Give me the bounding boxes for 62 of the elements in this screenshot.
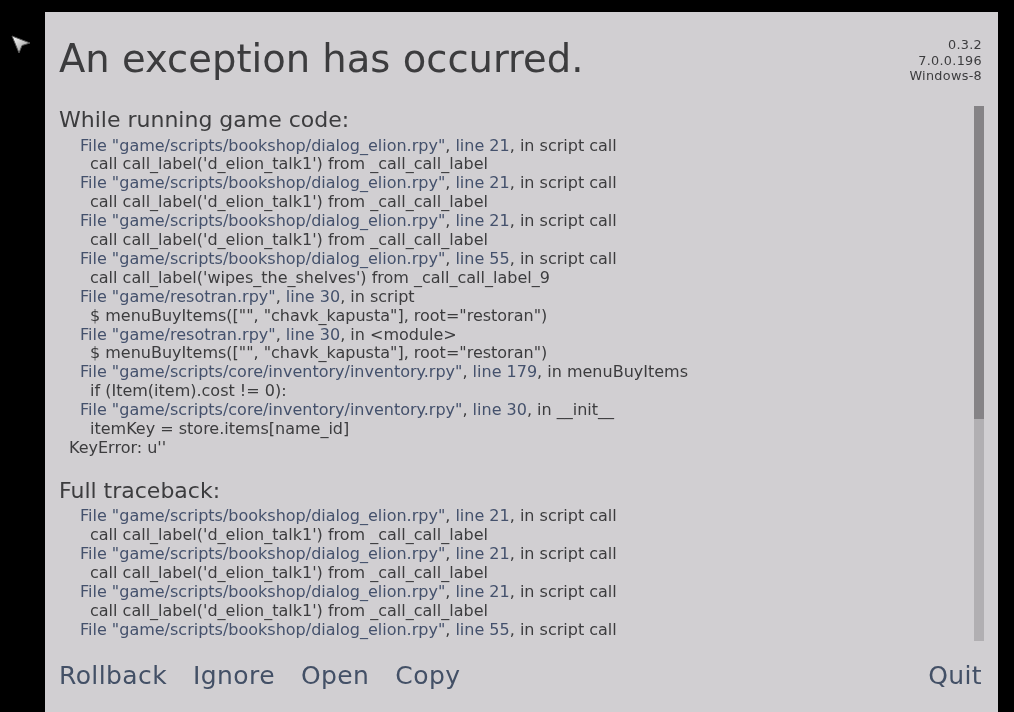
file-link[interactable]: File "game/scripts/bookshop/dialog_elion.rpy" <box>80 619 446 639</box>
error-title: An exception has occurred. <box>59 36 584 82</box>
cursor-icon <box>11 35 31 54</box>
file-link[interactable]: File "game/scripts/core/inventory/inventory.rpy" <box>80 362 463 382</box>
code-line: call call_label('d_elion_talk1') from _call_call_label <box>89 564 488 584</box>
traceback-line: File "game/scripts/core/inventory/inventory.rpy", line 179, in menuBuyItems <box>79 363 688 383</box>
file-link[interactable]: File "game/scripts/bookshop/dialog_elion.rpy" <box>80 544 446 564</box>
code-line: call call_label('d_elion_talk1') from _call_call_label <box>89 193 488 213</box>
code-line: $ menuBuyItems(["", "chavk_kapusta"], root="restoran") <box>89 306 548 326</box>
quit-button[interactable]: Quit <box>928 661 982 691</box>
line-link[interactable]: line 179 <box>472 362 538 382</box>
action-button[interactable]: Open <box>300 661 370 691</box>
version-text: Windows-8 <box>909 68 982 84</box>
file-link[interactable]: File "game/scripts/bookshop/dialog_elion.rpy" <box>80 506 446 526</box>
scrollbar-thumb[interactable] <box>974 106 984 419</box>
file-link[interactable]: File "game/scripts/bookshop/dialog_elion.rpy" <box>80 135 446 155</box>
scrollbar[interactable] <box>974 106 984 641</box>
traceback-line: File "game/scripts/bookshop/dialog_elion.rpy", line 55, in script call <box>79 620 617 640</box>
code-line: call call_label('d_elion_talk1') from _call_call_label <box>89 601 488 621</box>
file-link[interactable]: File "game/resotran.rpy" <box>80 286 276 306</box>
file-link[interactable]: File "game/scripts/bookshop/dialog_elion.rpy" <box>80 248 446 268</box>
file-link[interactable]: File "game/scripts/bookshop/dialog_elion.rpy" <box>80 211 446 231</box>
action-button[interactable]: Copy <box>395 661 461 691</box>
section-heading: While running game code: <box>59 107 351 133</box>
version-text: 0.3.2 <box>947 37 982 53</box>
code-line: call call_label('d_elion_talk1') from _call_call_label <box>89 155 488 175</box>
line-link[interactable]: line 21 <box>455 135 510 155</box>
traceback-line: File "game/resotran.rpy", line 30, in <module> <box>79 325 457 345</box>
action-button[interactable]: Rollback <box>59 661 168 691</box>
file-link[interactable]: File "game/resotran.rpy" <box>80 324 276 344</box>
code-line: $ menuBuyItems(["", "chavk_kapusta"], root="restoran") <box>89 344 548 364</box>
line-link[interactable]: line 21 <box>455 173 510 193</box>
code-line: itemKey = store.items[name_id] <box>89 420 350 439</box>
traceback-line: File "game/resotran.rpy", line 30, in script <box>79 287 415 307</box>
line-link[interactable]: line 21 <box>455 544 510 564</box>
file-link[interactable]: File "game/scripts/core/inventory/inventory.rpy" <box>80 400 463 420</box>
traceback-line: File "game/scripts/bookshop/dialog_elion.rpy", line 21, in script call <box>79 212 617 232</box>
section-heading: Full traceback: <box>59 477 222 504</box>
line-link[interactable]: line 21 <box>455 582 510 602</box>
code-line: if (Item(item).cost != 0): <box>89 382 287 402</box>
code-line: call call_label('d_elion_talk1') from _call_call_label <box>89 231 488 250</box>
line-link[interactable]: line 30 <box>285 324 341 344</box>
file-link[interactable]: File "game/scripts/bookshop/dialog_elion.rpy" <box>80 582 446 602</box>
line-link[interactable]: line 21 <box>455 506 510 526</box>
traceback-line: File "game/scripts/core/inventory/inventory.rpy", line 30, in __init__ <box>79 401 615 421</box>
traceback-line: File "game/scripts/bookshop/dialog_elion.rpy", line 21, in script call <box>79 136 617 156</box>
traceback-line: File "game/scripts/bookshop/dialog_elion.rpy", line 21, in script call <box>79 583 617 602</box>
line-link[interactable]: line 30 <box>285 286 341 306</box>
action-button[interactable]: Ignore <box>193 661 275 691</box>
file-link[interactable]: File "game/scripts/bookshop/dialog_elion.rpy" <box>80 173 446 193</box>
line-link[interactable]: line 21 <box>455 211 510 231</box>
line-link[interactable]: line 55 <box>455 248 510 268</box>
traceback-line: File "game/scripts/bookshop/dialog_elion.rpy", line 55, in script call <box>79 249 617 269</box>
traceback-line: File "game/scripts/bookshop/dialog_elion.rpy", line 21, in script call <box>79 545 617 565</box>
error-message: KeyError: u'' <box>68 439 167 458</box>
version-text: 7.0.0.196 <box>918 52 982 68</box>
traceback-line: File "game/scripts/bookshop/dialog_elion.rpy", line 21, in script call <box>79 507 617 527</box>
code-line: call call_label('wipes_the_shelves') from _call_call_label_9 <box>89 268 550 288</box>
traceback-line: File "game/scripts/bookshop/dialog_elion.rpy", line 21, in script call <box>79 174 617 194</box>
code-line: call call_label('d_elion_talk1') from _call_call_label <box>89 526 488 546</box>
line-link[interactable]: line 55 <box>455 619 510 639</box>
line-link[interactable]: line 30 <box>472 400 527 420</box>
